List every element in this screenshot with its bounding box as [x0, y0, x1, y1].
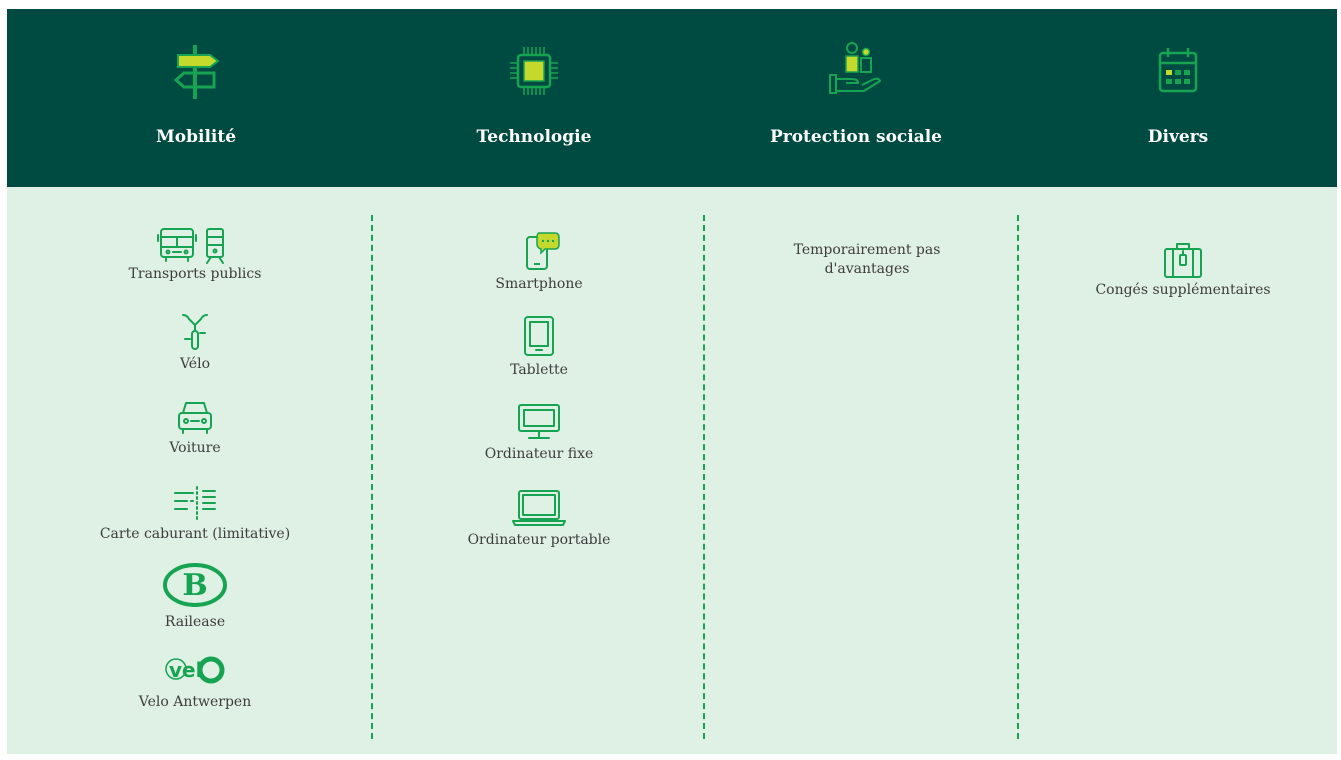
benefits-panel: Mobilité Technologie Protection sociale …: [7, 9, 1337, 754]
benefit-conges[interactable]: Congés supplémentaires: [1023, 239, 1341, 300]
smartphone-icon: [526, 232, 560, 270]
column-divider: [371, 215, 373, 739]
benefit-label: Voiture: [169, 440, 221, 456]
category-title: Mobilité: [155, 127, 237, 147]
laptop-icon: [512, 490, 566, 526]
bus-tram-icon: [157, 228, 224, 264]
fuel-card-icon: [174, 486, 216, 520]
benefits-body: Transports publics Vélo Voiture Carte ca…: [7, 187, 1337, 754]
benefit-tablette[interactable]: Tablette: [379, 315, 699, 380]
benefit-label: Congés supplémentaires: [1095, 282, 1271, 298]
benefit-ordinateur-portable[interactable]: Ordinateur portable: [379, 487, 699, 550]
benefit-velo-antwerpen[interactable]: vel Velo Antwerpen: [35, 649, 355, 712]
column-divider: [703, 215, 705, 739]
category-technologie: Technologie: [389, 9, 679, 187]
velo-antwerpen-logo-icon: vel: [165, 656, 225, 684]
benefit-label: Carte caburant (limitative): [99, 526, 291, 542]
benefit-voiture[interactable]: Voiture: [35, 397, 355, 458]
benefit-label: Vélo: [179, 356, 211, 372]
hand-people-icon: [711, 39, 1001, 95]
tablet-icon: [524, 316, 554, 356]
car-icon: [178, 402, 212, 434]
benefit-railease[interactable]: B Railease: [35, 563, 355, 632]
category-mobilite: Mobilité: [51, 9, 341, 187]
suitcase-icon: [1164, 243, 1202, 278]
signpost-icon: [51, 43, 341, 99]
category-protection-sociale: Protection sociale: [711, 9, 1001, 187]
chip-icon: [389, 43, 679, 99]
column-divider: [1017, 215, 1019, 739]
category-title: Divers: [1147, 127, 1209, 147]
benefit-label: Railease: [164, 614, 226, 630]
benefit-label: Transports publics: [128, 266, 262, 282]
calendar-icon: [1033, 43, 1323, 99]
benefit-label: Smartphone: [495, 276, 583, 292]
categories-header: Mobilité Technologie Protection sociale …: [7, 9, 1337, 187]
benefit-ordinateur-fixe[interactable]: Ordinateur fixe: [379, 401, 699, 464]
benefit-velo[interactable]: Vélo: [35, 311, 355, 374]
no-benefits-note: Temporairement pas d'avantages: [793, 242, 941, 277]
benefit-carte-carburant[interactable]: Carte caburant (limitative): [35, 483, 355, 544]
sncb-logo-icon: B: [163, 563, 227, 607]
category-divers: Divers: [1033, 9, 1323, 187]
category-title: Technologie: [476, 127, 592, 147]
desktop-icon: [518, 404, 560, 439]
benefit-label: Tablette: [510, 362, 568, 378]
category-title: Protection sociale: [769, 127, 943, 147]
benefit-label: Ordinateur fixe: [484, 446, 594, 462]
benefit-label: Velo Antwerpen: [138, 694, 252, 710]
protection-note: Temporairement pas d'avantages: [707, 241, 1027, 279]
benefit-smartphone[interactable]: Smartphone: [379, 231, 699, 294]
benefit-label: Ordinateur portable: [467, 532, 611, 548]
svg-text:B: B: [182, 568, 207, 603]
benefit-transports-publics[interactable]: Transports publics: [35, 225, 355, 284]
bicycle-icon: [182, 314, 208, 350]
